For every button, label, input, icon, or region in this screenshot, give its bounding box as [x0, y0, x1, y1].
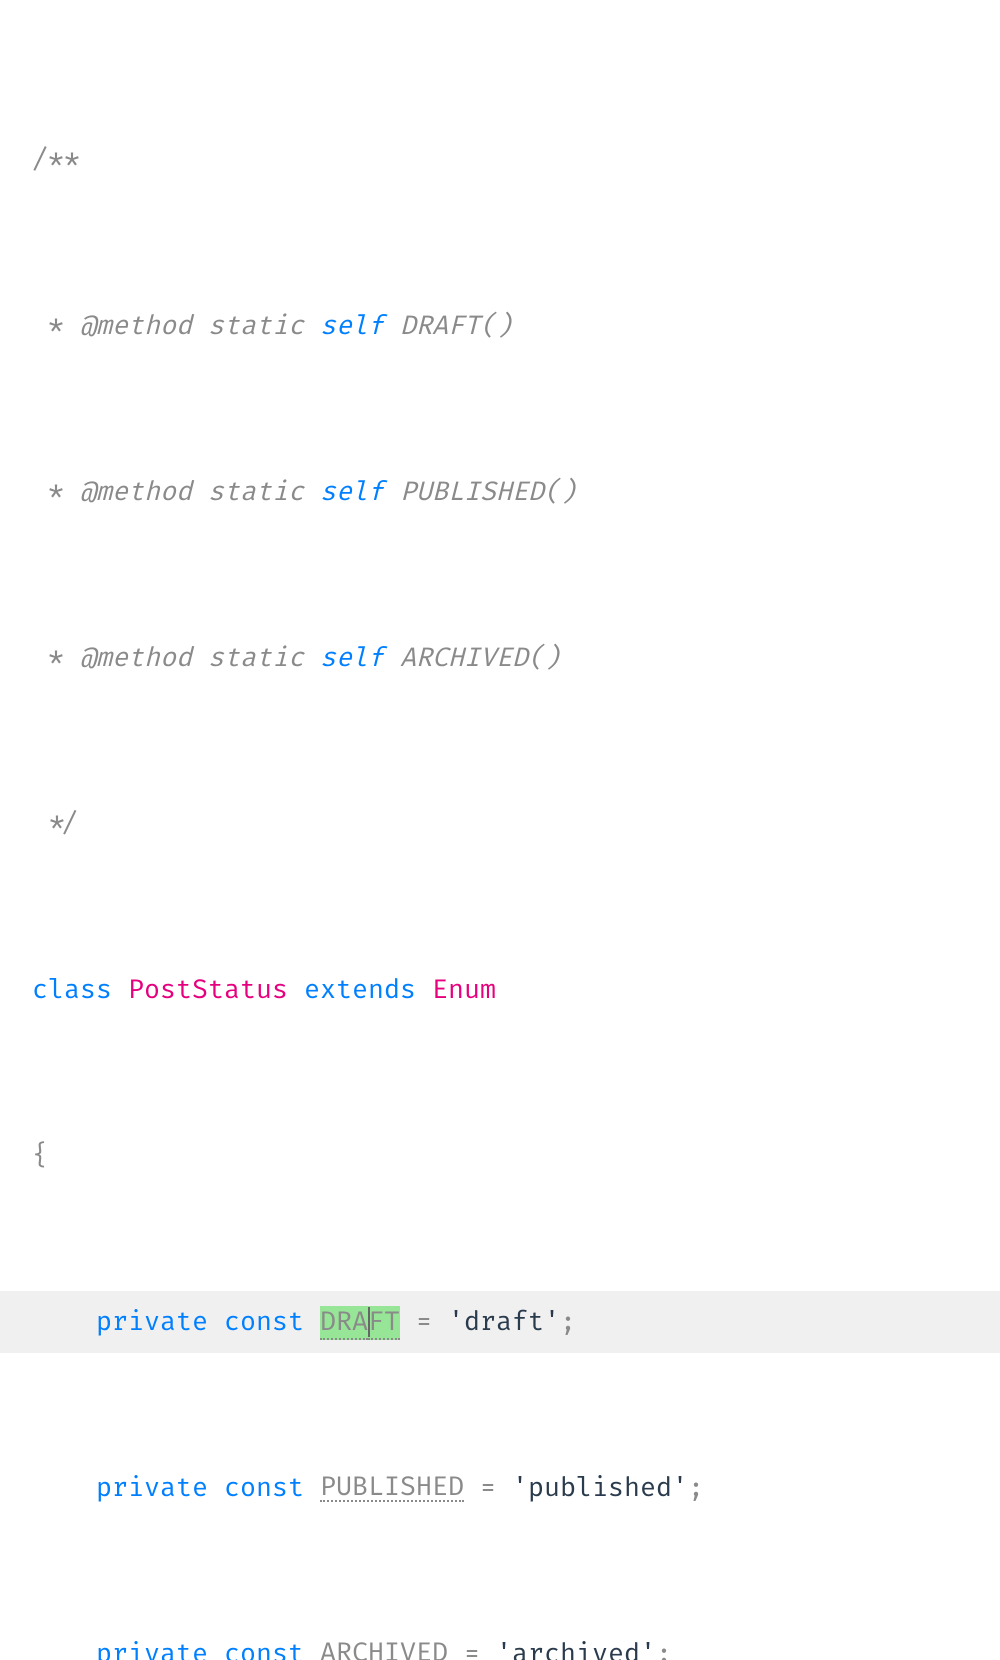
- code-line[interactable]: * @method static self PUBLISHED(): [0, 461, 1000, 523]
- docblock-open: /**: [32, 147, 80, 173]
- equals: =: [464, 1475, 512, 1501]
- docblock-tag: @method: [80, 479, 192, 505]
- indent: [32, 1475, 96, 1501]
- docblock-static: static: [192, 479, 320, 505]
- text-cursor: [368, 1307, 370, 1337]
- const-name-part: DRA: [320, 1306, 368, 1340]
- code-editor[interactable]: /** * @method static self DRAFT() * @met…: [0, 0, 1000, 1660]
- code-line[interactable]: */: [0, 793, 1000, 855]
- const-keyword: const: [224, 1641, 320, 1660]
- semicolon: ;: [688, 1475, 704, 1501]
- const-keyword: const: [224, 1309, 320, 1335]
- code-line[interactable]: private const ARCHIVED = 'archived';: [0, 1623, 1000, 1660]
- indent: [32, 1641, 96, 1660]
- const-name-part: FT: [368, 1306, 400, 1340]
- semicolon: ;: [656, 1641, 672, 1660]
- docblock-self: self: [320, 313, 384, 339]
- string-literal: 'archived': [496, 1641, 656, 1660]
- const-keyword: const: [224, 1475, 320, 1501]
- semicolon: ;: [560, 1309, 576, 1335]
- string-literal: 'published': [512, 1475, 688, 1501]
- const-name: ARCHIVED: [320, 1640, 448, 1660]
- docblock-tag: @method: [80, 645, 192, 671]
- docblock-tag: @method: [80, 313, 192, 339]
- indent: [32, 1309, 96, 1335]
- code-line[interactable]: /**: [0, 129, 1000, 191]
- brace-open: {: [32, 1143, 48, 1169]
- docblock-method: DRAFT(): [400, 313, 512, 339]
- code-line[interactable]: {: [0, 1125, 1000, 1187]
- docblock-method: [384, 479, 400, 505]
- equals: =: [448, 1641, 496, 1660]
- code-line[interactable]: * @method static self DRAFT(): [0, 295, 1000, 357]
- code-line-highlighted[interactable]: private const DRAFT = 'draft';: [0, 1291, 1000, 1353]
- docblock-star: *: [32, 479, 80, 505]
- docblock-close: */: [32, 811, 80, 837]
- equals: =: [400, 1309, 448, 1335]
- code-line[interactable]: class PostStatus extends Enum: [0, 959, 1000, 1021]
- private-keyword: private: [96, 1475, 224, 1501]
- docblock-star: *: [32, 313, 80, 339]
- parent-class: Enum: [432, 977, 496, 1003]
- code-line[interactable]: private const PUBLISHED = 'published';: [0, 1457, 1000, 1519]
- docblock-static: static: [192, 645, 320, 671]
- docblock-method: PUBLISHED(): [400, 479, 576, 505]
- docblock-static: static: [192, 313, 320, 339]
- code-line[interactable]: * @method static self ARCHIVED(): [0, 627, 1000, 689]
- docblock-method: [384, 645, 400, 671]
- private-keyword: private: [96, 1641, 224, 1660]
- extends-keyword: extends: [288, 977, 432, 1003]
- class-keyword: class: [32, 977, 128, 1003]
- docblock-method: [384, 313, 400, 339]
- docblock-star: *: [32, 645, 80, 671]
- docblock-method: ARCHIVED(): [400, 645, 560, 671]
- class-name: PostStatus: [128, 977, 288, 1003]
- docblock-self: self: [320, 645, 384, 671]
- docblock-self: self: [320, 479, 384, 505]
- private-keyword: private: [96, 1309, 224, 1335]
- const-name: PUBLISHED: [320, 1474, 464, 1502]
- const-name-cursor-target[interactable]: DRAFT: [320, 1309, 400, 1335]
- string-literal: 'draft': [448, 1309, 560, 1335]
